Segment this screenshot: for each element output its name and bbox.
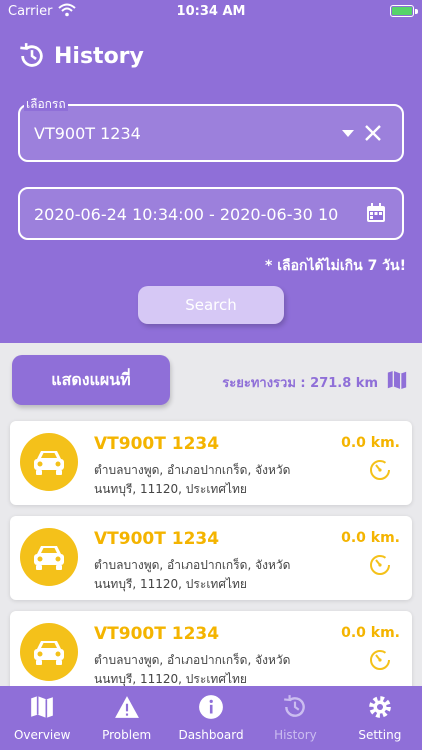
close-icon[interactable]: [362, 122, 384, 144]
tab-label: Setting: [358, 728, 402, 742]
tab-label: Dashboard: [178, 728, 244, 742]
header-panel: Carrier 10:34 AM History เลือกรถ VT900T …: [0, 0, 422, 343]
record-address: ตำบลบางพูด, อำเภอปากเกร็ด, จังหวัดนนทบุร…: [94, 558, 291, 591]
map-icon: [31, 696, 54, 718]
history-record[interactable]: VT900T 1234 ตำบลบางพูด, อำเภอปากเกร็ด, จ…: [10, 421, 412, 505]
record-distance: 0.0 km.: [341, 435, 400, 451]
tab-history[interactable]: History: [253, 686, 337, 750]
total-distance: ระยะทางรวม : 271.8 km: [222, 376, 378, 391]
status-bar: Carrier 10:34 AM: [0, 0, 422, 24]
record-address: ตำบลบางพูด, อำเภอปากเกร็ด, จังหวัดนนทบุร…: [94, 653, 291, 686]
car-icon: [34, 451, 64, 475]
car-icon: [34, 641, 64, 665]
car-avatar: [20, 623, 78, 681]
map-icon[interactable]: [386, 369, 408, 391]
warning-icon: [114, 696, 139, 718]
history-icon: [284, 695, 306, 717]
record-distance: 0.0 km.: [341, 530, 400, 546]
tab-bar: Overview Problem Dashboard History Setti…: [0, 686, 422, 750]
show-map-button[interactable]: แสดงแผนที่: [12, 355, 170, 405]
tab-overview[interactable]: Overview: [0, 686, 84, 750]
timer-icon: [370, 650, 390, 670]
record-address: ตำบลบางพูด, อำเภอปากเกร็ด, จังหวัดนนทบุร…: [94, 463, 291, 496]
battery-icon: [390, 5, 418, 17]
tab-label: Problem: [102, 728, 152, 742]
timer-icon: [370, 460, 390, 480]
record-distance: 0.0 km.: [341, 625, 400, 641]
tab-problem[interactable]: Problem: [84, 686, 168, 750]
history-icon: [20, 43, 43, 67]
gear-icon: [368, 696, 391, 718]
record-plate: VT900T 1234: [94, 434, 220, 454]
record-plate: VT900T 1234: [94, 624, 220, 644]
car-avatar: [20, 433, 78, 491]
car-select-field[interactable]: เลือกรถ VT900T 1234: [18, 97, 404, 162]
car-select-label: เลือกรถ: [24, 97, 68, 111]
date-range-field[interactable]: 2020-06-24 10:34:00 - 2020-06-30 10:34:0…: [18, 187, 404, 240]
car-avatar: [20, 528, 78, 586]
timer-icon: [370, 555, 390, 575]
tab-dashboard[interactable]: Dashboard: [169, 686, 253, 750]
history-record[interactable]: VT900T 1234 ตำบลบางพูด, อำเภอปากเกร็ด, จ…: [10, 516, 412, 600]
tab-setting[interactable]: Setting: [338, 686, 422, 750]
tab-label: Overview: [13, 728, 71, 742]
date-range-value: 2020-06-24 10:34:00 - 2020-06-30 10:34:0…: [34, 205, 340, 224]
car-select-value: VT900T 1234: [34, 124, 141, 143]
chevron-down-icon[interactable]: [342, 130, 354, 137]
calendar-icon[interactable]: [364, 201, 388, 225]
range-limit-note: * เลือกได้ไม่เกิน 7 วัน!: [265, 258, 406, 274]
tab-label: History: [274, 728, 317, 742]
search-button[interactable]: Search: [138, 286, 284, 324]
car-icon: [34, 546, 64, 570]
record-plate: VT900T 1234: [94, 529, 220, 549]
clock: 10:34 AM: [176, 4, 246, 19]
history-record[interactable]: VT900T 1234 ตำบลบางพูด, อำเภอปากเกร็ด, จ…: [10, 611, 412, 695]
info-icon: [199, 695, 223, 719]
page-header: History: [18, 40, 144, 72]
page-title: History: [54, 43, 144, 69]
